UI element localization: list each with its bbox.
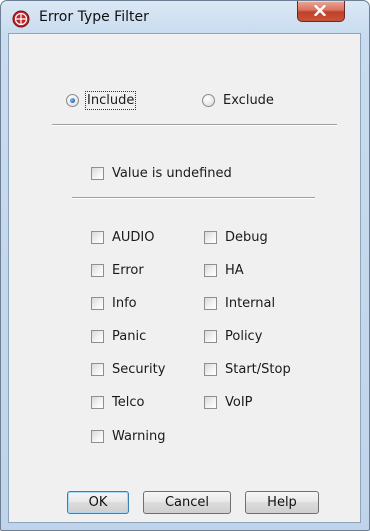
security-checkbox[interactable]: [91, 362, 104, 376]
ha-checkbox[interactable]: [204, 263, 217, 277]
include-radio[interactable]: [66, 93, 79, 107]
undefined-checkbox[interactable]: [91, 166, 104, 180]
type-option-audio[interactable]: AUDIO: [91, 228, 155, 246]
exclude-label: Exclude: [223, 92, 274, 108]
start-stop-checkbox[interactable]: [204, 362, 217, 376]
type-option-debug[interactable]: Debug: [204, 228, 268, 246]
dialog-window: Error Type Filter Include Exclude Value …: [0, 0, 370, 531]
divider-top: [52, 124, 337, 126]
type-label: Security: [112, 361, 166, 377]
type-option-ha[interactable]: HA: [204, 261, 244, 279]
internal-checkbox[interactable]: [204, 296, 217, 310]
type-option-info[interactable]: Info: [91, 294, 137, 312]
type-label: Telco: [112, 394, 145, 410]
type-option-start-stop[interactable]: Start/Stop: [204, 360, 291, 378]
close-icon: [314, 5, 326, 16]
type-label: Error: [112, 262, 144, 278]
type-option-error[interactable]: Error: [91, 261, 144, 279]
type-option-policy[interactable]: Policy: [204, 327, 262, 345]
dialog-body: Include Exclude Value is undefined AUDIO…: [8, 33, 361, 523]
debug-checkbox[interactable]: [204, 230, 217, 244]
type-label: Panic: [112, 328, 147, 344]
help-button[interactable]: Help: [245, 491, 319, 514]
voip-checkbox[interactable]: [204, 395, 217, 409]
audio-checkbox[interactable]: [91, 230, 104, 244]
type-label: Policy: [225, 328, 263, 344]
info-checkbox[interactable]: [91, 296, 104, 310]
type-option-telco[interactable]: Telco: [91, 393, 144, 411]
telco-checkbox[interactable]: [91, 395, 104, 409]
type-label: Internal: [225, 295, 276, 311]
warning-checkbox[interactable]: [91, 429, 104, 443]
exclude-radio[interactable]: [202, 93, 215, 107]
type-option-security[interactable]: Security: [91, 360, 165, 378]
type-option-warning[interactable]: Warning: [91, 427, 165, 445]
include-label: Include: [84, 90, 137, 110]
include-option[interactable]: Include: [66, 90, 137, 110]
type-label: AUDIO: [112, 229, 155, 245]
type-label: Info: [112, 295, 137, 311]
exclude-option[interactable]: Exclude: [202, 91, 274, 109]
type-label: Debug: [225, 229, 268, 245]
type-label: Warning: [112, 428, 166, 444]
cancel-button[interactable]: Cancel: [143, 491, 231, 514]
undefined-label: Value is undefined: [112, 165, 232, 181]
close-button[interactable]: [297, 1, 345, 22]
type-option-panic[interactable]: Panic: [91, 327, 146, 345]
type-label: VoIP: [225, 394, 253, 410]
divider-middle: [72, 197, 315, 199]
title-bar[interactable]: Error Type Filter: [1, 1, 369, 33]
ok-button[interactable]: OK: [67, 491, 129, 514]
undefined-option[interactable]: Value is undefined: [91, 164, 232, 182]
type-label: HA: [225, 262, 244, 278]
panic-checkbox[interactable]: [91, 329, 104, 343]
type-option-voip[interactable]: VoIP: [204, 393, 253, 411]
window-title: Error Type Filter: [39, 9, 149, 25]
error-checkbox[interactable]: [91, 263, 104, 277]
type-option-internal[interactable]: Internal: [204, 294, 275, 312]
type-label: Start/Stop: [225, 361, 291, 377]
filter-app-icon: [12, 10, 30, 28]
policy-checkbox[interactable]: [204, 329, 217, 343]
